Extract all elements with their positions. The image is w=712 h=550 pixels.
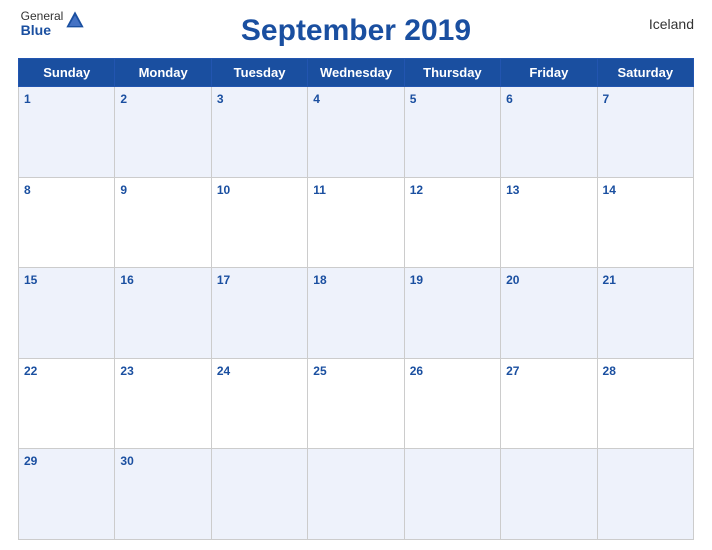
calendar-day-cell: 21 — [597, 268, 693, 359]
weekday-header-tuesday: Tuesday — [211, 59, 307, 87]
calendar-day-cell: 20 — [501, 268, 597, 359]
calendar-day-cell: 14 — [597, 177, 693, 268]
calendar-day-cell: 28 — [597, 358, 693, 449]
calendar-day-cell — [404, 449, 500, 540]
calendar-day-cell: 15 — [19, 268, 115, 359]
day-number: 13 — [506, 183, 519, 197]
day-number: 22 — [24, 364, 37, 378]
weekday-header-wednesday: Wednesday — [308, 59, 404, 87]
calendar-day-cell: 10 — [211, 177, 307, 268]
day-number: 21 — [603, 273, 616, 287]
day-number: 8 — [24, 183, 31, 197]
calendar-day-cell: 4 — [308, 87, 404, 178]
day-number: 5 — [410, 92, 417, 106]
calendar-day-cell: 17 — [211, 268, 307, 359]
day-number: 1 — [24, 92, 31, 106]
logo-blue-text: Blue — [21, 23, 64, 38]
day-number: 4 — [313, 92, 320, 106]
calendar-day-cell: 3 — [211, 87, 307, 178]
calendar-day-cell: 24 — [211, 358, 307, 449]
calendar-week-row: 15 16 17 18 19 20 21 — [19, 268, 694, 359]
day-number: 17 — [217, 273, 230, 287]
calendar-day-cell: 5 — [404, 87, 500, 178]
day-number: 11 — [313, 183, 326, 197]
day-number: 24 — [217, 364, 230, 378]
day-number: 3 — [217, 92, 224, 106]
calendar-day-cell: 13 — [501, 177, 597, 268]
weekday-header-sunday: Sunday — [19, 59, 115, 87]
day-number: 23 — [120, 364, 133, 378]
day-number: 19 — [410, 273, 423, 287]
calendar-week-row: 8 9 10 11 12 13 14 — [19, 177, 694, 268]
calendar-header: General Blue September 2019 Iceland — [18, 10, 694, 52]
calendar-day-cell: 9 — [115, 177, 211, 268]
calendar-day-cell: 22 — [19, 358, 115, 449]
day-number: 10 — [217, 183, 230, 197]
day-number: 25 — [313, 364, 326, 378]
calendar-day-cell: 23 — [115, 358, 211, 449]
calendar-week-row: 22 23 24 25 26 27 28 — [19, 358, 694, 449]
calendar-day-cell — [308, 449, 404, 540]
calendar-day-cell: 2 — [115, 87, 211, 178]
calendar-day-cell: 7 — [597, 87, 693, 178]
calendar-week-row: 1 2 3 4 5 6 7 — [19, 87, 694, 178]
calendar-day-cell: 25 — [308, 358, 404, 449]
day-number: 6 — [506, 92, 513, 106]
weekday-header-saturday: Saturday — [597, 59, 693, 87]
weekday-header-row: SundayMondayTuesdayWednesdayThursdayFrid… — [19, 59, 694, 87]
calendar-day-cell: 26 — [404, 358, 500, 449]
day-number: 2 — [120, 92, 127, 106]
day-number: 14 — [603, 183, 616, 197]
country-label: Iceland — [649, 16, 694, 32]
calendar-week-row: 29 30 — [19, 449, 694, 540]
weekday-header-thursday: Thursday — [404, 59, 500, 87]
weekday-header-monday: Monday — [115, 59, 211, 87]
day-number: 26 — [410, 364, 423, 378]
day-number: 15 — [24, 273, 37, 287]
calendar-day-cell: 6 — [501, 87, 597, 178]
day-number: 18 — [313, 273, 326, 287]
day-number: 16 — [120, 273, 133, 287]
day-number: 12 — [410, 183, 423, 197]
calendar-day-cell — [597, 449, 693, 540]
calendar-day-cell: 18 — [308, 268, 404, 359]
calendar-day-cell: 1 — [19, 87, 115, 178]
calendar-day-cell: 19 — [404, 268, 500, 359]
day-number: 9 — [120, 183, 127, 197]
calendar-day-cell: 8 — [19, 177, 115, 268]
calendar-day-cell: 27 — [501, 358, 597, 449]
day-number: 20 — [506, 273, 519, 287]
day-number: 30 — [120, 454, 133, 468]
calendar-day-cell: 11 — [308, 177, 404, 268]
weekday-header-friday: Friday — [501, 59, 597, 87]
month-title: September 2019 — [18, 14, 694, 48]
day-number: 29 — [24, 454, 37, 468]
calendar-table: SundayMondayTuesdayWednesdayThursdayFrid… — [18, 58, 694, 540]
calendar-day-cell: 29 — [19, 449, 115, 540]
calendar-day-cell: 30 — [115, 449, 211, 540]
calendar-day-cell: 12 — [404, 177, 500, 268]
day-number: 27 — [506, 364, 519, 378]
calendar-day-cell — [211, 449, 307, 540]
logo-icon — [65, 10, 85, 30]
logo: General Blue — [18, 10, 88, 39]
day-number: 28 — [603, 364, 616, 378]
calendar-day-cell — [501, 449, 597, 540]
calendar-day-cell: 16 — [115, 268, 211, 359]
day-number: 7 — [603, 92, 610, 106]
